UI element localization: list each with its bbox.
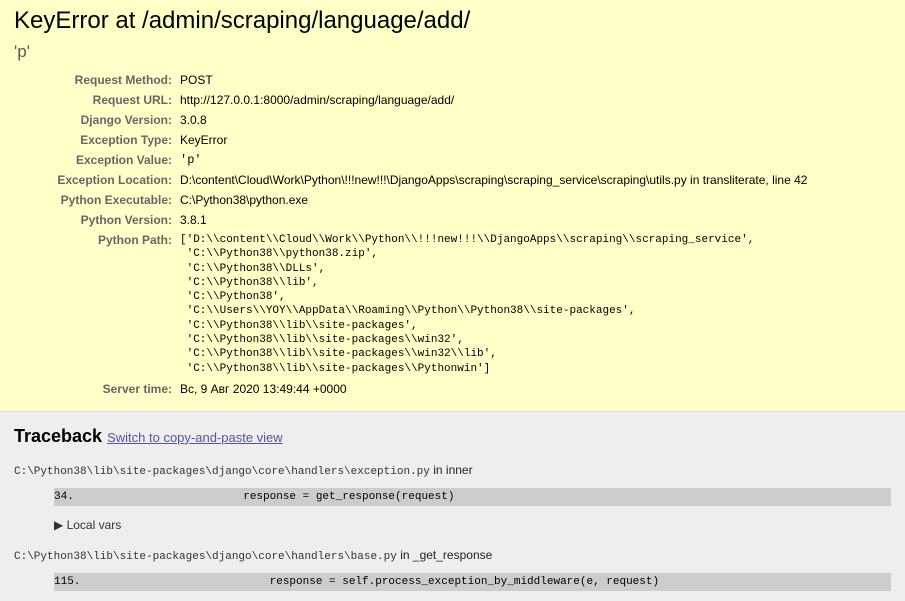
switch-to-copy-paste-link[interactable]: Switch to copy-and-paste view <box>107 430 283 445</box>
frame-in-word: in <box>400 547 410 562</box>
request-meta-table: Request Method: POST Request URL: http:/… <box>14 70 807 399</box>
meta-label: Server time: <box>102 381 172 396</box>
meta-label: Exception Type: <box>80 133 172 147</box>
frame-function: inner <box>445 462 473 477</box>
meta-value: 'p' <box>180 153 202 167</box>
meta-label: Exception Value: <box>75 153 172 167</box>
frame-in-word: in <box>433 462 443 477</box>
exception-value-heading: 'p' <box>14 42 30 61</box>
traceback-title: Traceback <box>14 425 103 446</box>
frame-file: C:\Python38\lib\site-packages\django\cor… <box>14 465 430 478</box>
meta-value: POST <box>180 73 213 87</box>
meta-row: Python Executable: C:\Python38\python.ex… <box>14 190 807 210</box>
meta-value: http://127.0.0.1:8000/admin/scraping/lan… <box>180 93 455 107</box>
meta-row: Exception Type: KeyError <box>14 130 807 150</box>
error-summary: KeyError at /admin/scraping/language/add… <box>0 0 905 412</box>
meta-label: Request URL: <box>92 93 172 107</box>
meta-row: Python Path: ['D:\\content\\Cloud\\Work\… <box>14 230 807 379</box>
python-path-cell: ['D:\\content\\Cloud\\Work\\Python\\!!!n… <box>180 230 807 379</box>
line-number: 34. <box>54 490 74 503</box>
traceback-frame: C:\Python38\lib\site-packages\django\cor… <box>14 463 891 532</box>
meta-label: Python Executable: <box>60 193 172 207</box>
meta-value: D:\content\Cloud\Work\Python\!!!new!!!\D… <box>180 173 808 187</box>
traceback-frame: C:\Python38\lib\site-packages\django\cor… <box>14 548 891 591</box>
meta-value: KeyError <box>180 133 228 147</box>
frame-function: _get_response <box>412 547 493 562</box>
meta-value: 3.0.8 <box>180 113 207 127</box>
frame-location: C:\Python38\lib\site-packages\django\cor… <box>14 463 891 478</box>
frame-context-line[interactable]: 34. response = get_response(request) <box>54 487 891 506</box>
python-path-value: ['D:\\content\\Cloud\\Work\\Python\\!!!n… <box>180 234 755 375</box>
local-vars-toggle[interactable]: ▶ Local vars <box>54 518 891 532</box>
frame-file: C:\Python38\lib\site-packages\django\cor… <box>14 550 397 563</box>
meta-label: Python Path: <box>98 233 172 247</box>
meta-row: Python Version: 3.8.1 <box>14 210 807 230</box>
frame-context-line[interactable]: 115. response = self.process_exception_b… <box>54 572 891 591</box>
meta-value: 3.8.1 <box>180 213 207 227</box>
code-line: response = get_response(request) <box>164 490 455 503</box>
line-number: 115. <box>54 575 81 588</box>
frame-location: C:\Python38\lib\site-packages\django\cor… <box>14 548 891 563</box>
meta-row: Django Version: 3.0.8 <box>14 110 807 130</box>
server-time-value: Вс, 9 Авг 2020 13:49:44 +0000 <box>180 381 347 396</box>
page-title: KeyError at /admin/scraping/language/add… <box>14 7 471 34</box>
code-line: response = self.process_exception_by_mid… <box>164 575 660 588</box>
meta-label: Exception Location: <box>57 173 172 187</box>
meta-row: Server time: Вс, 9 Авг 2020 13:49:44 +00… <box>14 379 807 399</box>
traceback-section: Traceback Switch to copy-and-paste view … <box>0 411 905 601</box>
traceback-heading: Traceback Switch to copy-and-paste view <box>14 426 891 447</box>
meta-label: Request Method: <box>74 73 172 87</box>
meta-row: Request URL: http://127.0.0.1:8000/admin… <box>14 90 807 110</box>
meta-value: C:\Python38\python.exe <box>180 193 309 207</box>
meta-row: Exception Value: 'p' <box>14 150 807 170</box>
meta-label: Python Version: <box>80 213 172 227</box>
meta-label: Django Version: <box>80 113 172 127</box>
meta-row: Exception Location: D:\content\Cloud\Wor… <box>14 170 807 190</box>
meta-row: Request Method: POST <box>14 70 807 90</box>
